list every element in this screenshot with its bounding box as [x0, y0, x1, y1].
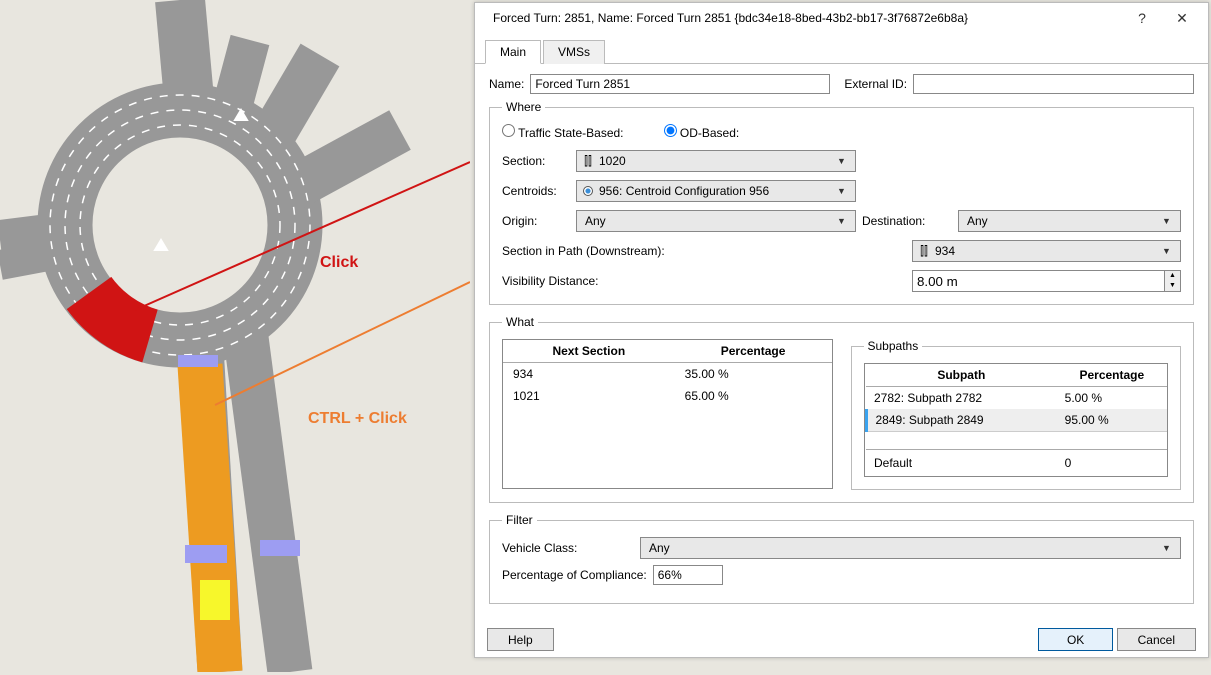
annotation-click: Click	[320, 254, 358, 272]
name-label: Name:	[489, 77, 524, 91]
radio-od-based[interactable]: OD-Based:	[664, 124, 740, 140]
chevron-down-icon: ▼	[837, 156, 851, 166]
destination-combo[interactable]: Any ▼	[958, 210, 1181, 232]
road-icon: ⫿⫿	[917, 244, 931, 259]
downstream-label: Section in Path (Downstream):	[502, 244, 856, 258]
vehicle-class-combo[interactable]: Any ▼	[640, 537, 1181, 559]
help-button[interactable]: Help	[487, 628, 554, 651]
tabs: Main VMSs	[475, 37, 1208, 64]
origin-label: Origin:	[502, 214, 570, 228]
map-canvas	[0, 0, 470, 672]
chevron-down-icon: ▼	[1162, 543, 1176, 553]
origin-combo[interactable]: Any ▼	[576, 210, 856, 232]
main-pane: Name: External ID: Where Traffic State-B…	[475, 64, 1208, 622]
forced-turn-dialog: Forced Turn: 2851, Name: Forced Turn 285…	[474, 2, 1209, 658]
centroids-label: Centroids:	[502, 184, 570, 198]
annotation-ctrl-click: CTRL + Click	[308, 410, 407, 428]
where-legend: Where	[502, 100, 545, 114]
compliance-label: Percentage of Compliance:	[502, 568, 647, 582]
vehicle-class-label: Vehicle Class:	[502, 541, 634, 555]
radio-traffic-state[interactable]: Traffic State-Based:	[502, 124, 624, 140]
chevron-down-icon: ▼	[1162, 216, 1176, 226]
chevron-down-icon: ▼	[1162, 246, 1176, 256]
table-row[interactable]: 2782: Subpath 2782 5.00 %	[866, 387, 1167, 410]
compliance-field[interactable]	[653, 565, 723, 585]
dialog-buttons: Help OK Cancel	[475, 622, 1208, 657]
visibility-spinner[interactable]	[912, 270, 1165, 292]
tab-main[interactable]: Main	[485, 40, 541, 64]
table-row[interactable]: 1021 65.00 %	[503, 385, 832, 407]
tab-vmss[interactable]: VMSs	[543, 40, 605, 64]
filter-fieldset: Filter Vehicle Class: Any ▼ Percentage o…	[489, 513, 1194, 604]
next-section-table[interactable]: Next Section Percentage 934 35.00 % 1021…	[502, 339, 833, 489]
external-id-label: External ID:	[844, 77, 907, 91]
where-fieldset: Where Traffic State-Based: OD-Based: Sec…	[489, 100, 1194, 305]
section-combo[interactable]: ⫿⫿ 1020 ▼	[576, 150, 856, 172]
subpaths-fieldset: Subpaths Subpath Percentage 2782: Subpat…	[851, 339, 1182, 490]
chevron-down-icon: ▼	[837, 186, 851, 196]
what-fieldset: What Next Section Percentage 934 35.00 %	[489, 315, 1194, 503]
external-id-field[interactable]	[913, 74, 1194, 94]
destination-label: Destination:	[862, 214, 952, 228]
close-icon[interactable]: ✕	[1162, 10, 1202, 27]
centroid-icon	[581, 186, 595, 196]
titlebar: Forced Turn: 2851, Name: Forced Turn 285…	[475, 3, 1208, 33]
table-row[interactable]: 934 35.00 %	[503, 363, 832, 386]
spinner-buttons[interactable]: ▲▼	[1165, 270, 1181, 292]
chevron-down-icon: ▼	[837, 216, 851, 226]
dialog-title: Forced Turn: 2851, Name: Forced Turn 285…	[493, 11, 1122, 25]
table-row[interactable]: 2849: Subpath 2849 95.00 %	[866, 409, 1167, 432]
road-icon: ⫿⫿	[581, 154, 595, 169]
section-label: Section:	[502, 154, 570, 168]
visibility-label: Visibility Distance:	[502, 274, 856, 288]
help-icon[interactable]: ?	[1122, 10, 1162, 26]
subpaths-table[interactable]: Subpath Percentage 2782: Subpath 2782 5.…	[865, 364, 1168, 476]
cancel-button[interactable]: Cancel	[1117, 628, 1196, 651]
name-field[interactable]	[530, 74, 830, 94]
default-row[interactable]: Default 0	[866, 450, 1167, 477]
downstream-combo[interactable]: ⫿⫿ 934 ▼	[912, 240, 1181, 262]
centroids-combo[interactable]: 956: Centroid Configuration 956 ▼	[576, 180, 856, 202]
filter-legend: Filter	[502, 513, 537, 527]
what-legend: What	[502, 315, 538, 329]
ok-button[interactable]: OK	[1038, 628, 1113, 651]
